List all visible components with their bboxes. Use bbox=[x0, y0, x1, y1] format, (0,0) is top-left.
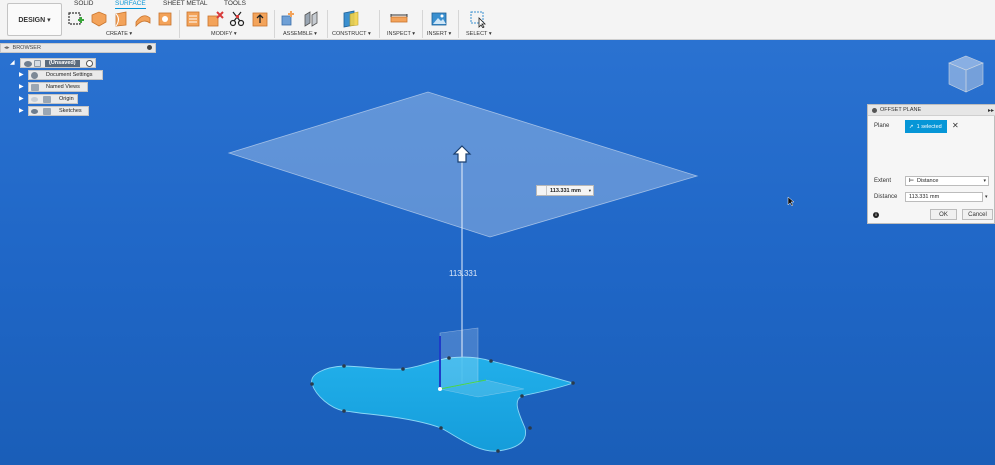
dialog-icon bbox=[872, 107, 877, 113]
sweep-icon[interactable] bbox=[134, 10, 152, 28]
eye-icon[interactable] bbox=[24, 61, 32, 67]
extent-select[interactable]: ⊢ Distance ▾ bbox=[905, 176, 989, 186]
browser-item-origin[interactable]: Origin bbox=[28, 94, 78, 104]
clear-selection-button[interactable]: ✕ bbox=[952, 121, 959, 130]
dialog-title: OFFSET PLANE bbox=[880, 107, 922, 113]
plane-selection-value: 1 selected bbox=[916, 123, 942, 130]
assemble-menu[interactable]: ASSEMBLE ▾ bbox=[283, 31, 317, 37]
folder-icon bbox=[43, 96, 51, 103]
chevron-down-icon[interactable]: ▾ bbox=[589, 188, 591, 194]
insert-menu[interactable]: INSERT ▾ bbox=[427, 31, 451, 37]
canvas-viewport[interactable]: 113.331 mm ▾ 113.331 ◂▸ BROWSER ◢ (Unsav… bbox=[0, 40, 995, 465]
browser-item-label: Sketches bbox=[59, 108, 82, 114]
browser-panel-header[interactable]: ◂▸ BROWSER bbox=[0, 43, 156, 53]
construct-menu[interactable]: CONSTRUCT ▾ bbox=[332, 31, 371, 37]
ok-button[interactable]: OK bbox=[930, 209, 957, 220]
joint-icon[interactable] bbox=[302, 10, 320, 28]
divider bbox=[179, 10, 180, 38]
origin-point[interactable] bbox=[438, 387, 442, 391]
browser-item-label: Named Views bbox=[46, 84, 80, 90]
plane-label: Plane bbox=[874, 123, 890, 129]
extent-label: Extent bbox=[874, 178, 892, 184]
select-menu[interactable]: SELECT ▾ bbox=[466, 31, 492, 37]
divider bbox=[327, 10, 328, 38]
new-component-icon[interactable] bbox=[279, 10, 297, 28]
tab-solid[interactable]: SOLID bbox=[74, 0, 94, 7]
origin-plane bbox=[439, 327, 479, 390]
modify-menu[interactable]: MODIFY ▾ bbox=[211, 31, 237, 37]
folder-icon bbox=[43, 108, 51, 115]
expand-icon[interactable]: ▶ bbox=[19, 71, 25, 79]
browser-item-label: Origin bbox=[59, 96, 74, 102]
tab-surface[interactable]: SURFACE bbox=[115, 0, 146, 9]
inspect-menu[interactable]: INSPECT ▾ bbox=[387, 31, 415, 37]
collapse-icon[interactable]: ◢ bbox=[10, 59, 16, 67]
info-icon[interactable]: i bbox=[873, 212, 879, 218]
expand-icon[interactable]: ▶ bbox=[19, 107, 25, 115]
chevron-down-icon[interactable]: ▾ bbox=[983, 178, 986, 184]
distance-floating-value[interactable]: 113.331 mm bbox=[547, 188, 581, 194]
divider bbox=[458, 10, 459, 38]
offset-plane[interactable] bbox=[227, 91, 699, 238]
pin-icon[interactable] bbox=[147, 45, 152, 50]
distance-value[interactable]: 113.331 mm bbox=[909, 194, 939, 200]
distance-type-icon: ⊢ bbox=[909, 178, 915, 184]
tab-sheet-metal[interactable]: SHEET METAL bbox=[163, 0, 208, 7]
folder-icon bbox=[31, 84, 39, 91]
loft-icon[interactable] bbox=[156, 10, 174, 28]
dialog-title-bar[interactable]: OFFSET PLANE ▸▸ bbox=[868, 105, 995, 116]
input-handle bbox=[537, 186, 547, 195]
offset-plane-dialog: OFFSET PLANE ▸▸ Plane ➚ 1 selected ✕ Ext… bbox=[867, 104, 995, 224]
move-copy-icon[interactable] bbox=[251, 10, 269, 28]
divider bbox=[274, 10, 275, 38]
tab-tools[interactable]: TOOLS bbox=[224, 0, 246, 7]
extent-value: Distance bbox=[917, 178, 939, 184]
cursor-icon bbox=[787, 196, 795, 207]
create-sketch-icon[interactable] bbox=[67, 10, 85, 28]
plane-selection-button[interactable]: ➚ 1 selected bbox=[905, 120, 947, 133]
expand-icon[interactable]: ▶ bbox=[19, 95, 25, 103]
distance-label: Distance bbox=[874, 194, 898, 200]
dimension-label: 113.331 bbox=[449, 269, 478, 278]
construct-plane-icon[interactable] bbox=[342, 10, 362, 28]
toolbar: DESIGN ▾ SOLID SURFACE SHEET METAL TOOLS… bbox=[0, 0, 995, 40]
select-icon[interactable] bbox=[469, 10, 487, 28]
insert-image-icon[interactable] bbox=[430, 10, 448, 28]
measure-icon[interactable] bbox=[390, 10, 408, 28]
viewcube[interactable] bbox=[947, 54, 985, 94]
press-pull-icon[interactable] bbox=[184, 10, 202, 28]
grip-icon[interactable]: ◂▸ bbox=[4, 45, 10, 51]
expand-dialog-icon[interactable]: ▸▸ bbox=[988, 107, 994, 114]
expand-icon[interactable]: ▶ bbox=[19, 83, 25, 91]
eye-icon[interactable] bbox=[31, 109, 38, 114]
activate-icon[interactable] bbox=[86, 60, 93, 67]
model-scene[interactable] bbox=[0, 40, 995, 465]
divider bbox=[422, 10, 423, 38]
design-workspace-button[interactable]: DESIGN ▾ bbox=[7, 3, 62, 36]
browser-title: BROWSER bbox=[12, 45, 41, 51]
divider bbox=[379, 10, 380, 38]
cancel-button[interactable]: Cancel bbox=[962, 209, 993, 220]
extrude-icon[interactable] bbox=[90, 10, 108, 28]
chevron-down-icon[interactable]: ▾ bbox=[985, 194, 988, 200]
delete-face-icon[interactable] bbox=[206, 10, 224, 28]
document-icon bbox=[34, 60, 41, 67]
eye-icon[interactable] bbox=[31, 97, 38, 102]
browser-item-document-settings[interactable]: Document Settings bbox=[28, 70, 103, 80]
distance-field[interactable]: 113.331 mm bbox=[905, 192, 983, 202]
revolve-icon[interactable] bbox=[112, 10, 130, 28]
browser-item-named-views[interactable]: Named Views bbox=[28, 82, 88, 92]
browser-item-sketches[interactable]: Sketches bbox=[28, 106, 89, 116]
create-menu[interactable]: CREATE ▾ bbox=[106, 31, 132, 37]
browser-root-item[interactable]: (Unsaved) bbox=[20, 58, 96, 68]
cursor-icon: ➚ bbox=[909, 123, 914, 130]
distance-floating-input[interactable]: 113.331 mm ▾ bbox=[536, 185, 594, 196]
browser-root-label: (Unsaved) bbox=[45, 60, 80, 67]
split-body-icon[interactable] bbox=[228, 10, 246, 28]
gear-icon bbox=[31, 72, 38, 79]
browser-item-label: Document Settings bbox=[46, 72, 93, 78]
